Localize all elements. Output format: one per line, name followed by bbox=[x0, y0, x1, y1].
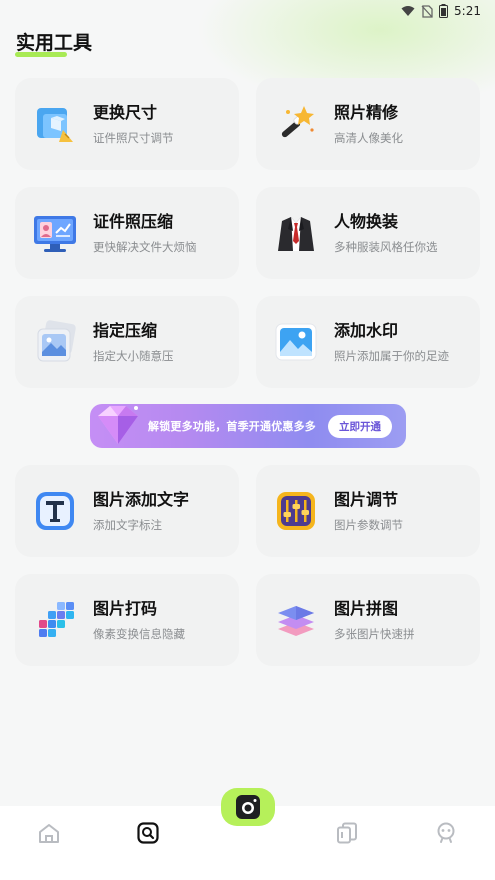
suit-icon bbox=[272, 209, 320, 257]
tool-title: 证件照压缩 bbox=[93, 212, 174, 231]
tool-subtitle: 高清人像美化 bbox=[334, 131, 403, 145]
tab-home[interactable] bbox=[36, 820, 62, 846]
magic-wand-icon bbox=[272, 100, 320, 148]
tool-card-add-text[interactable]: 图片添加文字 添加文字标注 bbox=[15, 465, 239, 557]
tab-tools[interactable] bbox=[135, 820, 161, 846]
image-stack-icon bbox=[31, 318, 79, 366]
title-underline bbox=[15, 52, 67, 57]
layers-icon bbox=[272, 596, 320, 644]
diamond-icon bbox=[98, 406, 138, 444]
sliders-icon bbox=[272, 487, 320, 535]
tool-card-mosaic[interactable]: 图片打码 像素变换信息隐藏 bbox=[15, 574, 239, 666]
camera-icon bbox=[236, 795, 260, 819]
tab-profile[interactable] bbox=[433, 820, 459, 846]
battery-icon bbox=[439, 4, 449, 18]
page-title: 实用工具 bbox=[16, 32, 93, 54]
mosaic-icon bbox=[31, 596, 79, 644]
monitor-id-icon bbox=[31, 209, 79, 257]
tool-card-id-compress[interactable]: 证件照压缩 更快解决文件大烦恼 bbox=[15, 187, 239, 279]
tool-subtitle: 多种服装风格任你选 bbox=[334, 240, 438, 254]
resize-icon bbox=[31, 100, 79, 148]
tool-card-outfit[interactable]: 人物换装 多种服装风格任你选 bbox=[256, 187, 480, 279]
tool-title: 图片打码 bbox=[93, 599, 158, 618]
profile-icon bbox=[437, 822, 455, 843]
tool-subtitle: 添加文字标注 bbox=[93, 518, 162, 532]
picture-icon bbox=[272, 318, 320, 366]
vip-banner[interactable]: 解锁更多功能，首季开通优惠多多 立即开通 bbox=[90, 404, 406, 448]
documents-icon bbox=[337, 822, 357, 844]
tool-card-collage[interactable]: 图片拼图 多张图片快速拼 bbox=[256, 574, 480, 666]
tool-subtitle: 照片添加属于你的足迹 bbox=[334, 349, 449, 363]
no-sim-icon bbox=[421, 4, 433, 18]
tool-subtitle: 证件照尺寸调节 bbox=[93, 131, 174, 145]
tool-title: 图片调节 bbox=[334, 490, 399, 509]
tool-title: 图片拼图 bbox=[334, 599, 399, 618]
tools-icon bbox=[137, 822, 159, 844]
subscribe-button[interactable]: 立即开通 bbox=[328, 415, 392, 438]
camera-button[interactable] bbox=[221, 788, 275, 826]
wifi-icon bbox=[401, 6, 415, 16]
tool-subtitle: 指定大小随意压 bbox=[93, 349, 174, 363]
tool-subtitle: 图片参数调节 bbox=[334, 518, 403, 532]
text-t-icon bbox=[31, 487, 79, 535]
banner-text: 解锁更多功能，首季开通优惠多多 bbox=[148, 420, 316, 433]
status-bar: 5:21 bbox=[0, 0, 495, 22]
tool-title: 添加水印 bbox=[334, 321, 399, 340]
tool-subtitle: 像素变换信息隐藏 bbox=[93, 627, 185, 641]
tool-title: 人物换装 bbox=[334, 212, 399, 231]
status-time: 5:21 bbox=[454, 4, 481, 18]
tool-subtitle: 多张图片快速拼 bbox=[334, 627, 415, 641]
tool-card-watermark[interactable]: 添加水印 照片添加属于你的足迹 bbox=[256, 296, 480, 388]
tool-card-adjust[interactable]: 图片调节 图片参数调节 bbox=[256, 465, 480, 557]
tool-title: 图片添加文字 bbox=[93, 490, 190, 509]
home-icon bbox=[39, 824, 59, 843]
tool-subtitle: 更快解决文件大烦恼 bbox=[93, 240, 197, 254]
tool-title: 更换尺寸 bbox=[93, 103, 158, 122]
tool-card-retouch[interactable]: 照片精修 高清人像美化 bbox=[256, 78, 480, 170]
tool-title: 照片精修 bbox=[334, 103, 399, 122]
tool-card-compress[interactable]: 指定压缩 指定大小随意压 bbox=[15, 296, 239, 388]
tab-documents[interactable] bbox=[334, 820, 360, 846]
tool-card-resize[interactable]: 更换尺寸 证件照尺寸调节 bbox=[15, 78, 239, 170]
tool-title: 指定压缩 bbox=[93, 321, 158, 340]
